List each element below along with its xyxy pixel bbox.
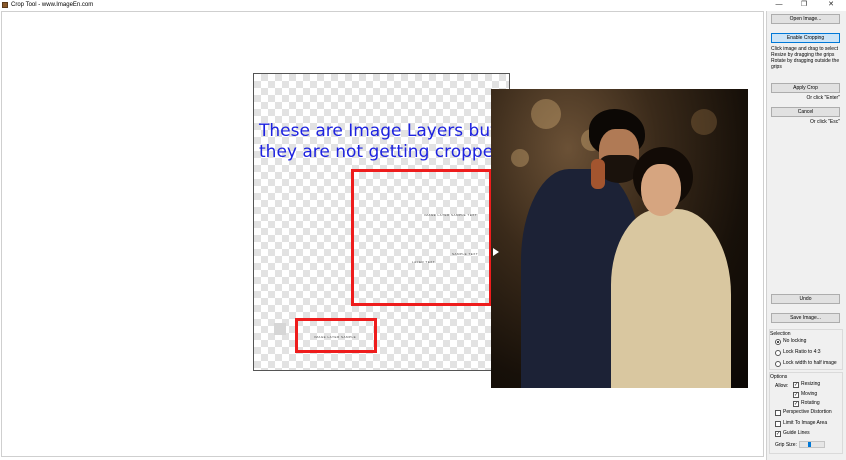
highlight-box (295, 318, 377, 353)
grip-size-label: Grip Size: (775, 442, 797, 448)
radio-label: No locking (783, 338, 807, 344)
checkbox[interactable]: ✓ (793, 400, 799, 407)
selection-title: Selection (770, 331, 791, 337)
checkbox-label: Rotating (801, 400, 820, 406)
close-button[interactable]: ✕ (822, 0, 840, 10)
allow-label: Allow: (775, 383, 789, 389)
bokeh-light (531, 99, 561, 129)
check-guide-lines[interactable]: ✓ Guide Lines (775, 430, 810, 437)
tool-sidebar: Open Image... Enable Cropping Click imag… (766, 11, 846, 460)
cancel-button[interactable]: Cancel (771, 107, 840, 117)
bokeh-light (691, 109, 717, 135)
radio-label: Lock width to half image (783, 360, 837, 366)
woman-dress (611, 209, 731, 388)
check-limit-to-image-area[interactable]: Limit To Image Area (775, 420, 827, 427)
checkbox[interactable]: ✓ (775, 430, 781, 437)
radio-no-locking[interactable]: No locking (775, 338, 806, 345)
checkbox[interactable] (775, 409, 781, 416)
grip-size-slider[interactable] (799, 441, 825, 448)
woman-face (641, 164, 681, 216)
enable-cropping-button[interactable]: Enable Cropping (771, 33, 840, 43)
undo-button[interactable]: Undo (771, 294, 840, 304)
check-moving[interactable]: ✓ Moving (793, 391, 817, 398)
check-perspective-distortion[interactable]: Perspective Distortion (775, 409, 832, 416)
apply-hint: Or click "Enter" (806, 95, 840, 101)
checkbox-label: Moving (801, 391, 818, 397)
check-rotating[interactable]: ✓ Rotating (793, 400, 820, 407)
save-image-button[interactable]: Save Image... (771, 313, 840, 323)
checkbox-label: Perspective Distortion (783, 409, 832, 415)
hand (591, 159, 605, 189)
radio-button[interactable] (775, 349, 781, 356)
options-title: Options (770, 374, 788, 380)
maximize-button[interactable]: ❐ (795, 0, 813, 10)
checkbox-label: Resizing (801, 381, 821, 387)
checkbox-label: Limit To Image Area (783, 420, 828, 426)
radio-lock-width[interactable]: Lock width to half image (775, 360, 837, 367)
slider-thumb[interactable] (808, 442, 811, 447)
cancel-hint: Or click "Esc" (810, 119, 840, 125)
annotation-line-2: they are not getting cropped (259, 142, 504, 162)
checkbox[interactable]: ✓ (793, 391, 799, 398)
radio-label: Lock Ratio to 4:3 (783, 349, 821, 355)
radio-button[interactable] (775, 360, 781, 367)
app-icon (2, 2, 8, 8)
couple-photo-layer[interactable] (491, 89, 748, 388)
minimize-button[interactable]: — (770, 0, 788, 10)
check-resizing[interactable]: ✓ Resizing (793, 381, 820, 388)
checkbox[interactable]: ✓ (793, 381, 799, 388)
title-bar: Crop Tool - www.ImageEn.com — ❐ ✕ (0, 0, 846, 10)
checkbox[interactable] (775, 420, 781, 427)
radio-button[interactable] (775, 338, 781, 345)
checkbox-label: Guide Lines (783, 430, 810, 436)
annotation-text: These are Image Layers but they are not … (259, 121, 504, 163)
annotation-line-1: These are Image Layers but (259, 121, 497, 141)
apply-crop-button[interactable]: Apply Crop (771, 83, 840, 93)
radio-lock-ratio[interactable]: Lock Ratio to 4:3 (775, 349, 821, 356)
crop-instructions: Click image and drag to select Resize by… (771, 46, 840, 70)
highlight-box (351, 169, 492, 306)
arrow-right-icon (493, 248, 499, 256)
open-image-button[interactable]: Open Image... (771, 14, 840, 24)
window-title: Crop Tool - www.ImageEn.com (11, 2, 94, 8)
layer-thumbnail[interactable] (274, 323, 286, 335)
bokeh-light (511, 149, 529, 167)
